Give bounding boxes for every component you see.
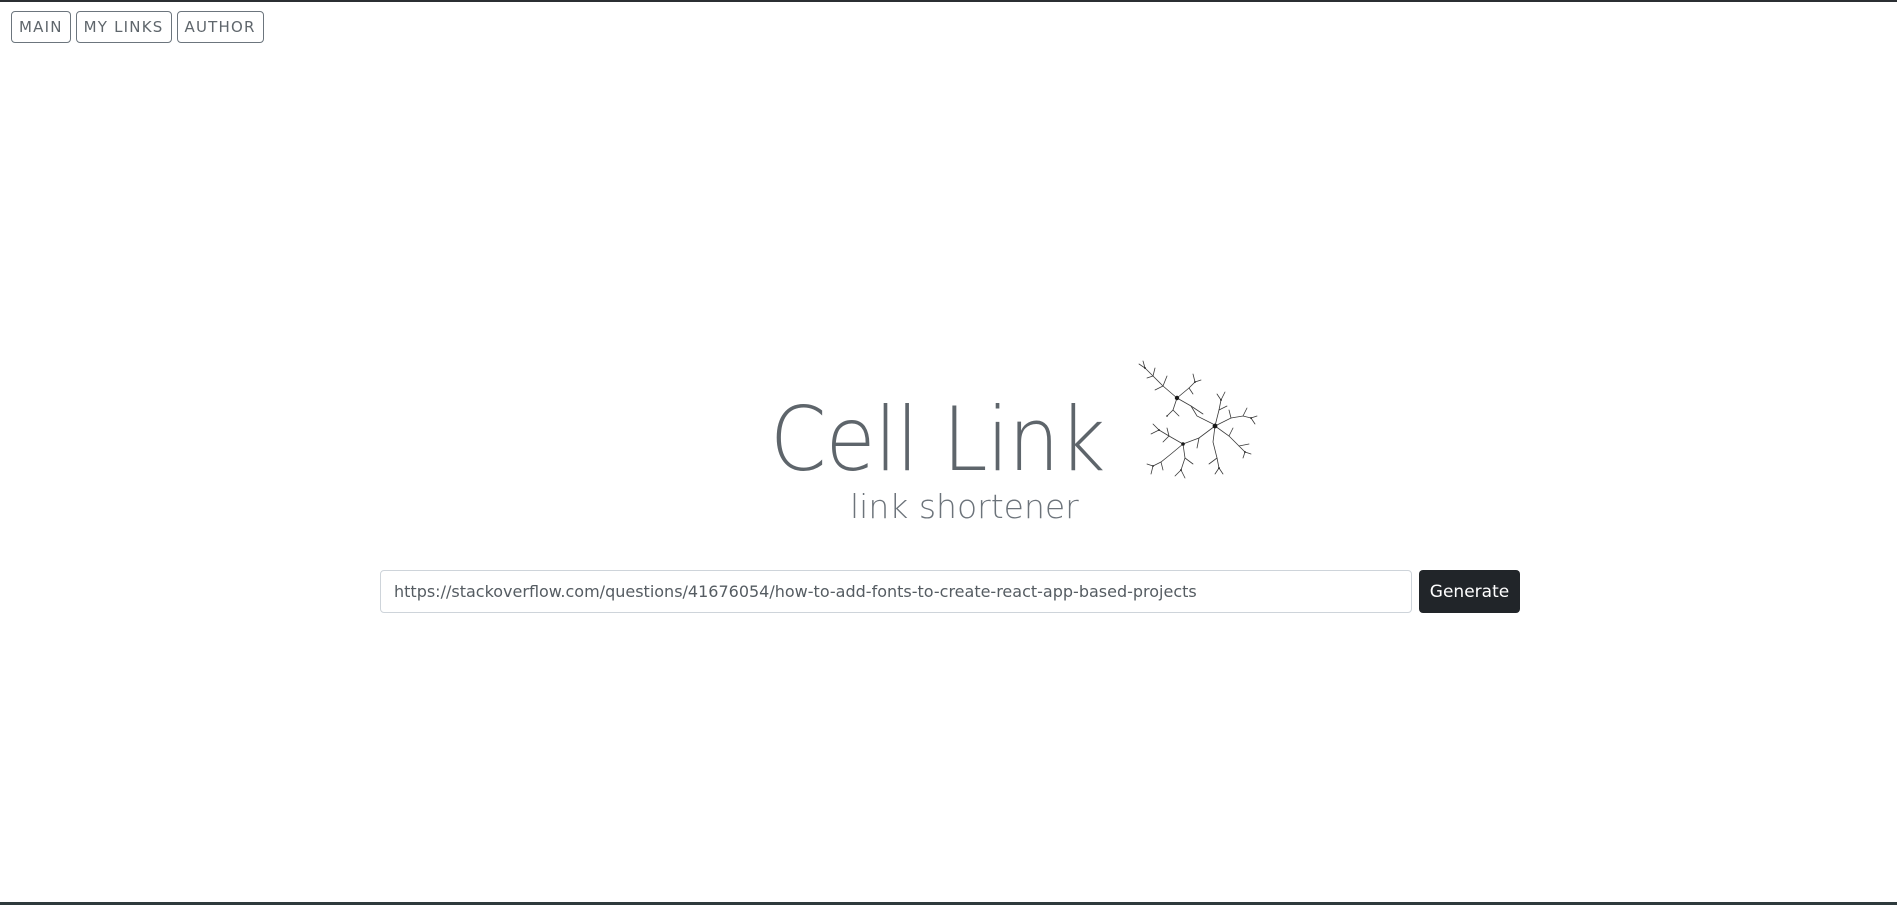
- top-nav: MAIN MY LINKS AUTHOR: [11, 11, 264, 43]
- url-input[interactable]: [380, 570, 1412, 613]
- neuron-icon: [1138, 360, 1258, 479]
- brand-subtitle: link shortener: [850, 487, 1079, 526]
- generate-button[interactable]: Generate: [1419, 570, 1520, 613]
- brand-logo: Cell Link link shortener: [770, 358, 1270, 538]
- nav-author-button[interactable]: AUTHOR: [176, 11, 264, 43]
- nav-my-links-button[interactable]: MY LINKS: [75, 11, 172, 43]
- page: MAIN MY LINKS AUTHOR Cell Link link shor…: [0, 0, 1897, 905]
- nav-main-button[interactable]: MAIN: [11, 11, 71, 43]
- shortener-form: Generate: [380, 570, 1520, 613]
- brand-title: Cell Link: [770, 388, 1105, 491]
